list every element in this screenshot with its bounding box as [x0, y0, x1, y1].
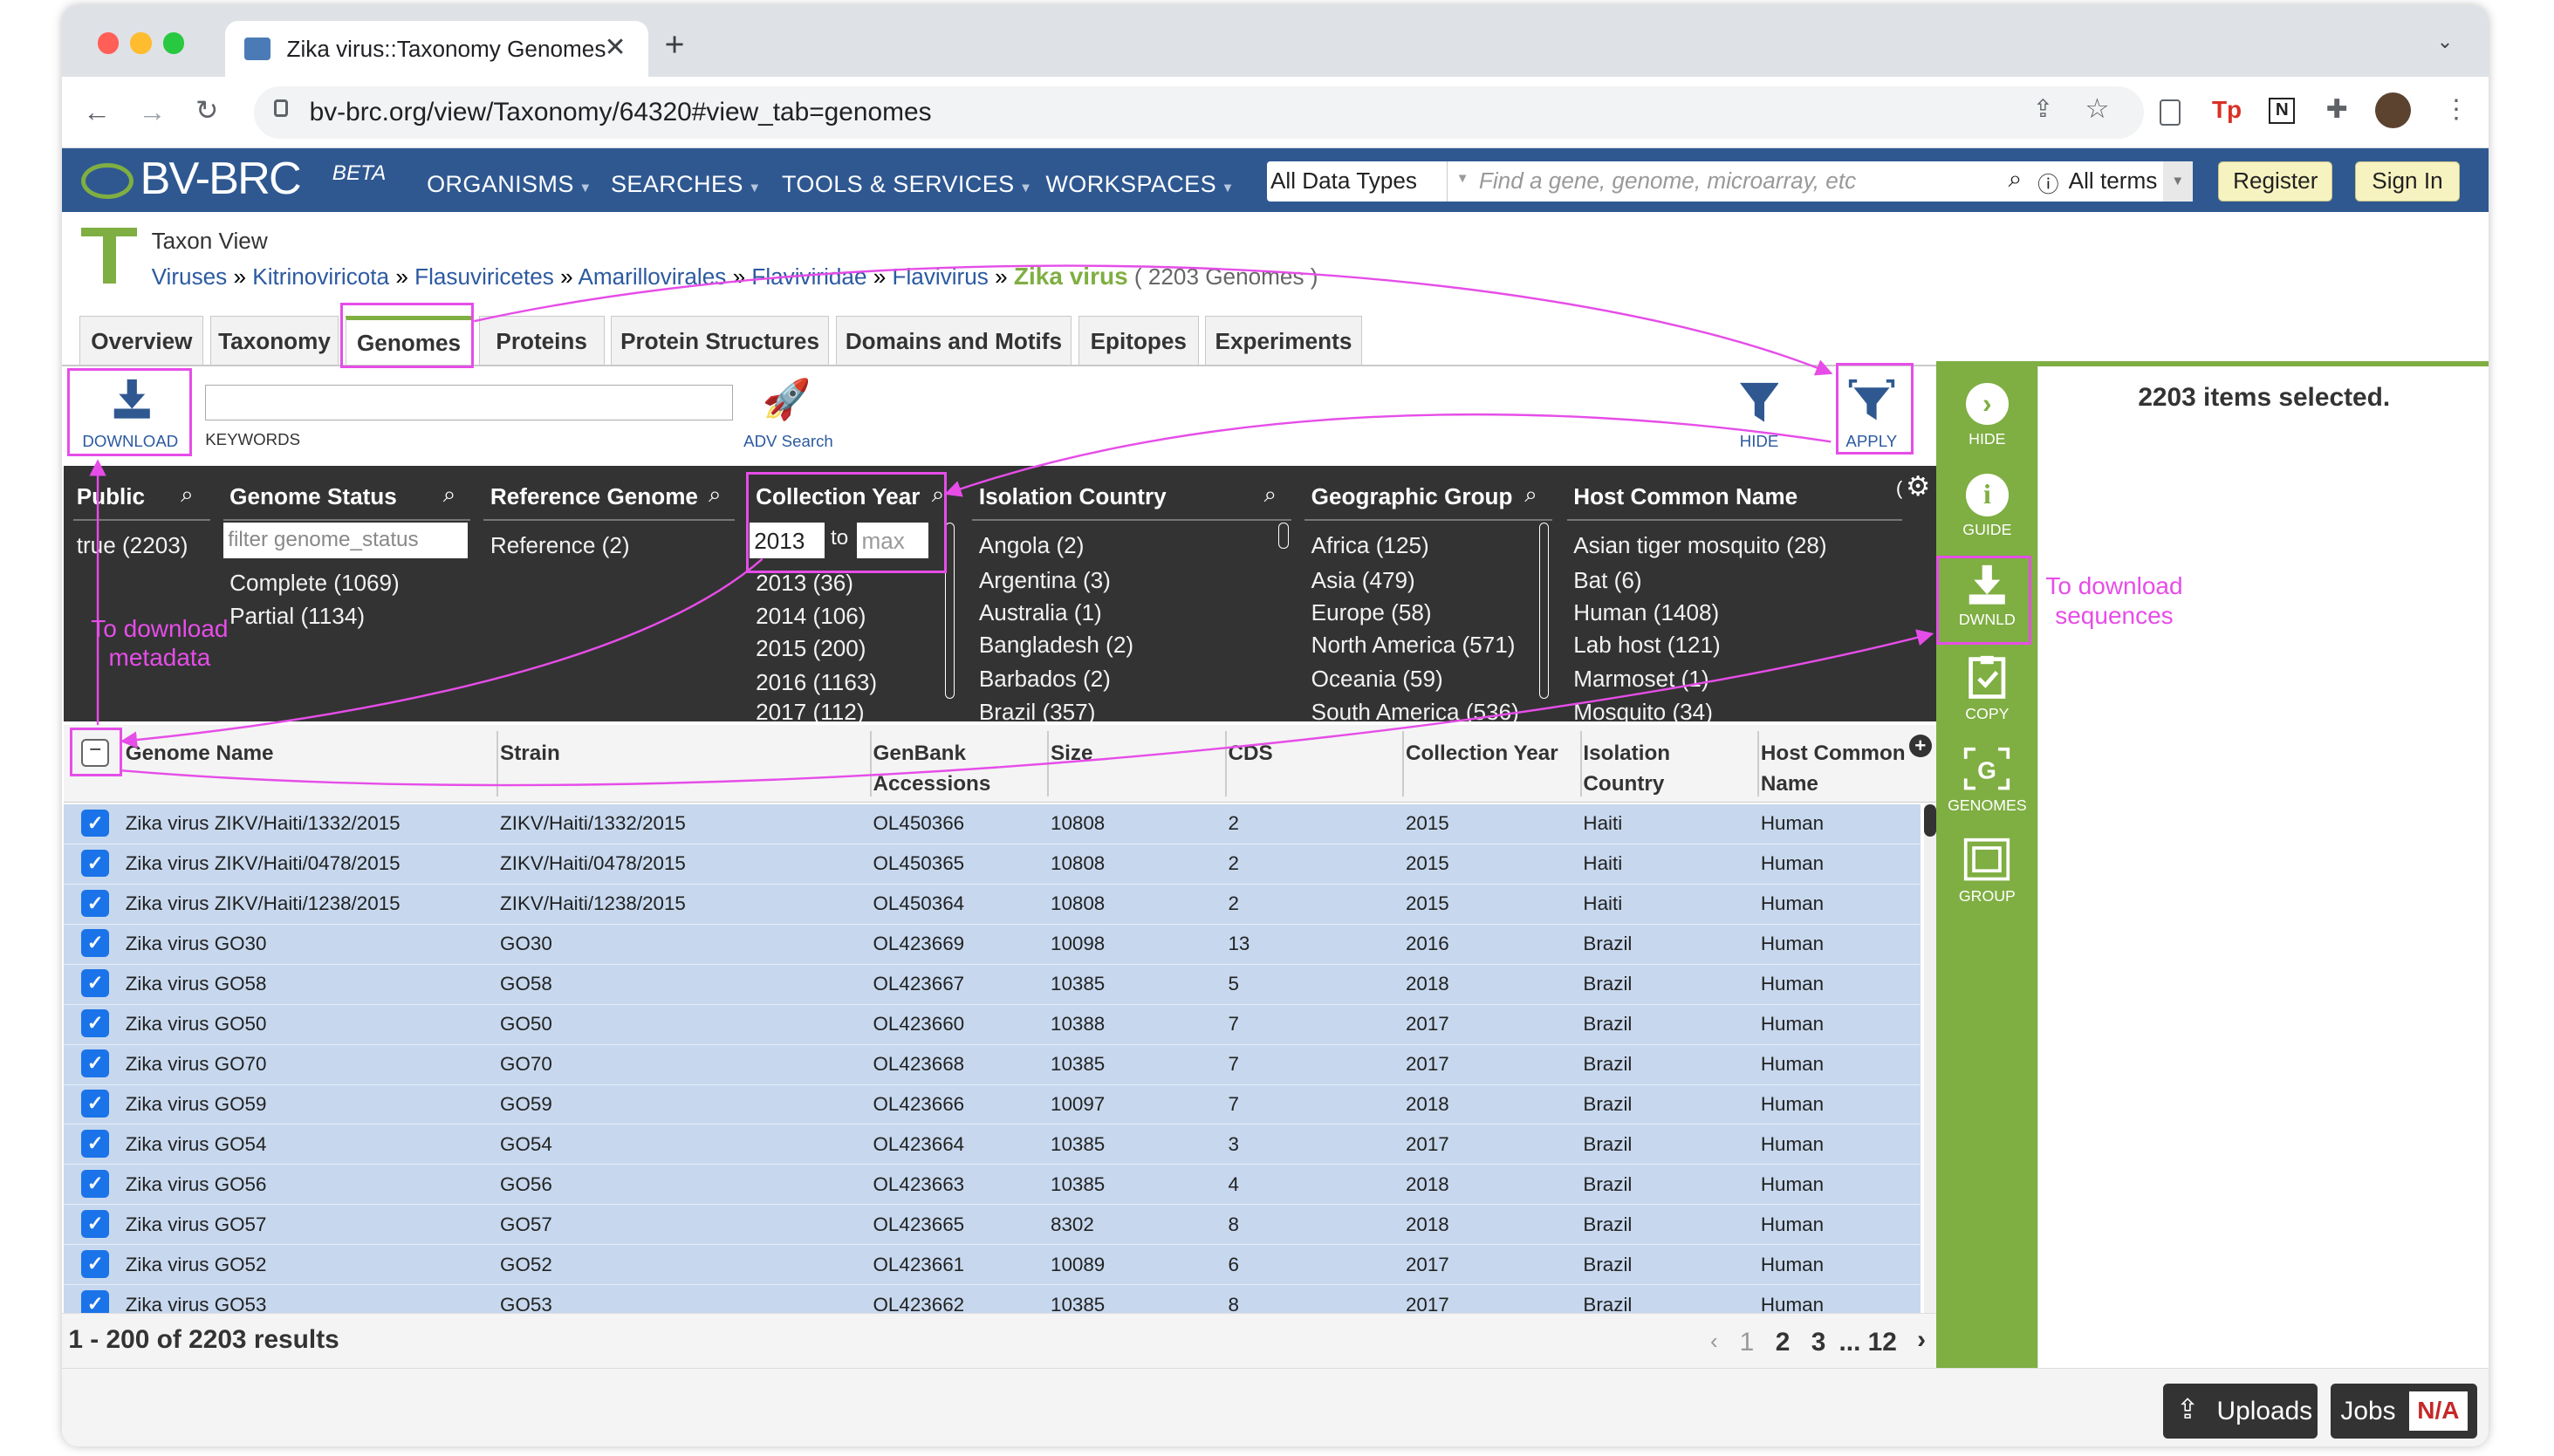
- arrow-year-to-select: [120, 557, 763, 749]
- arrow-genomes-to-apply: [473, 264, 1833, 376]
- arrow-select-to-dwnld: [121, 628, 1934, 786]
- arrow-apply-to-year: [944, 413, 1832, 497]
- annotation-arrows: [89, 264, 1934, 786]
- browser-window: Zika virus::Taxonomy Genomes ✕ + ⌄ ← → ↻…: [61, 4, 2489, 1446]
- screenshot-stage: Zika virus::Taxonomy Genomes ✕ + ⌄ ← → ↻…: [0, 0, 2554, 1456]
